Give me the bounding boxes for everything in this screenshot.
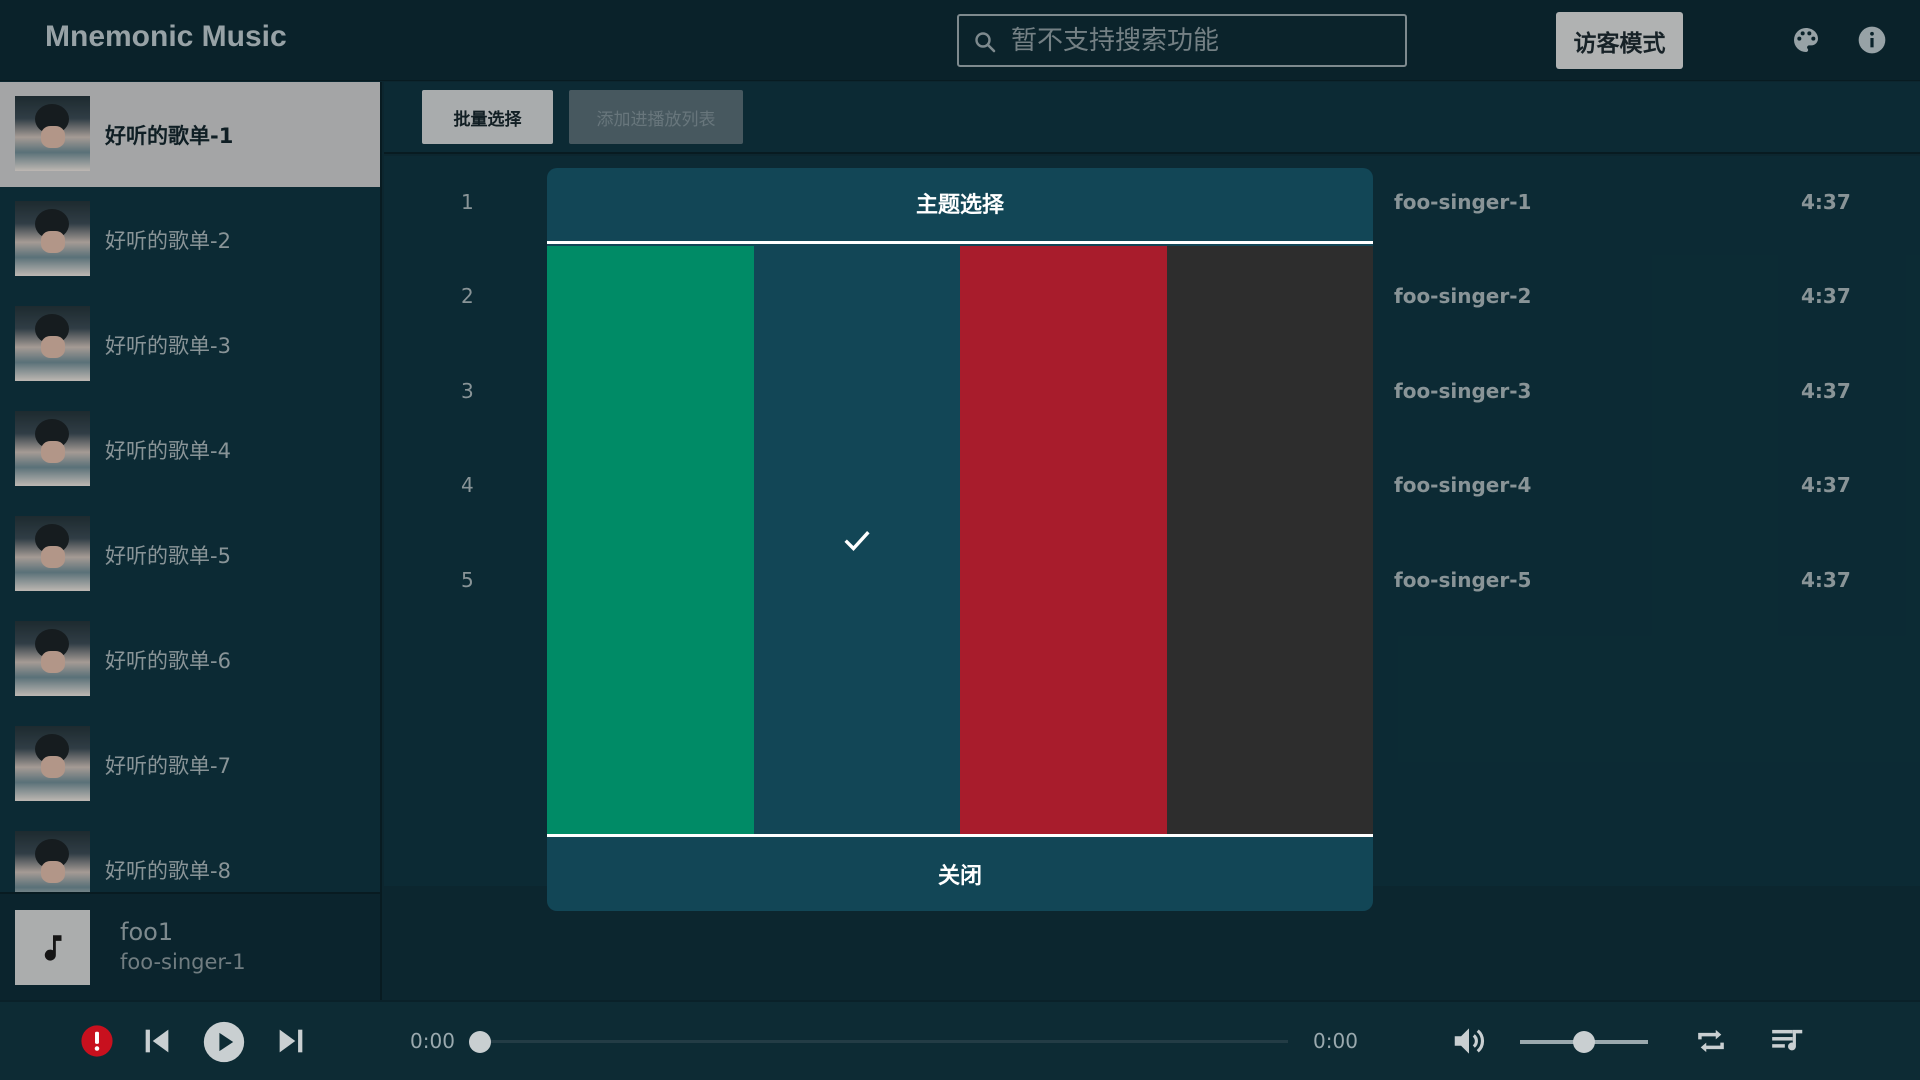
theme-swatch[interactable] [960,246,1167,834]
theme-swatch[interactable] [547,246,754,834]
error-icon[interactable] [80,1024,114,1058]
total-time: 0:00 [1313,1029,1358,1053]
app-root: Mnemonic Music 访客模式 好听的歌单-1好听的歌单-2好听的歌单-… [0,0,1920,1080]
check-icon [844,531,870,551]
repeat-icon[interactable] [1692,1022,1730,1060]
theme-dialog-title: 主题选择 [547,168,1373,244]
theme-swatch[interactable] [753,246,960,834]
progress-bar[interactable] [480,1040,1288,1043]
close-button[interactable]: 关闭 [547,837,1373,911]
play-icon[interactable] [202,1020,246,1064]
volume-knob[interactable] [1573,1031,1595,1053]
player-bar: 0:00 0:00 [0,1000,1920,1080]
volume-icon[interactable] [1450,1022,1488,1060]
theme-dialog-footer: 关闭 [547,834,1373,911]
theme-swatch[interactable] [1166,246,1373,834]
theme-swatch-row [547,246,1373,834]
progress-knob[interactable] [469,1031,491,1053]
theme-dialog: 主题选择 关闭 [547,168,1373,911]
skip-next-icon[interactable] [274,1024,308,1058]
current-time: 0:00 [410,1029,455,1053]
queue-music-icon[interactable] [1768,1022,1808,1060]
skip-previous-icon[interactable] [140,1024,174,1058]
